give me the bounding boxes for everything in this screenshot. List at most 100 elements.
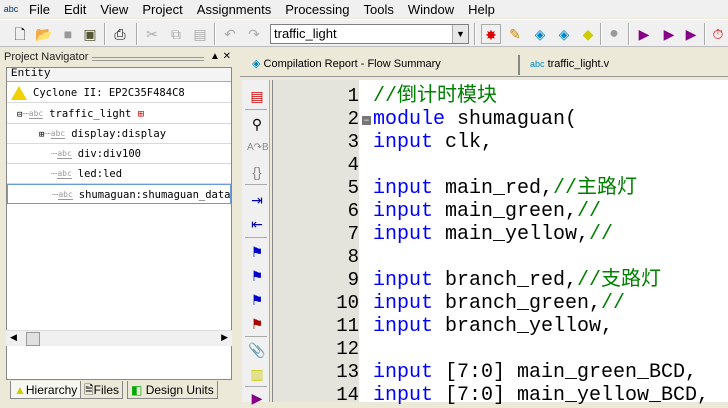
- entity-icon: abc: [28, 109, 44, 119]
- start-simulation-icon[interactable]: ▶: [634, 24, 654, 44]
- previous-bookmark-icon[interactable]: ⚑: [247, 290, 267, 310]
- code-line[interactable]: input branch_red,//支路灯: [373, 269, 661, 292]
- menu-project[interactable]: Project: [135, 2, 189, 17]
- menu-help[interactable]: Help: [461, 2, 502, 17]
- tab-label: Files: [93, 383, 119, 397]
- compile-design-icon[interactable]: ✸: [481, 24, 501, 44]
- tree-item-device[interactable]: Cyclone II: EP2C35F484C8: [7, 83, 231, 103]
- document-tabs: ◈ Compilation Report - Flow Summary abc …: [240, 49, 728, 77]
- tree-item[interactable]: ┈abc div:div100: [7, 144, 231, 164]
- tab-label: Compilation Report - Flow Summary: [263, 58, 441, 70]
- app-icon: abc: [3, 4, 19, 14]
- code-line[interactable]: input main_yellow,//: [373, 223, 613, 246]
- menu-bar: abc File Edit View Project Assignments P…: [0, 0, 728, 18]
- brace-match-icon[interactable]: {}: [247, 162, 267, 182]
- close-icon[interactable]: ▲ ✕: [210, 51, 231, 62]
- fold-collapse-icon[interactable]: −: [362, 116, 371, 125]
- tree-item[interactable]: ┈abc led:led: [7, 164, 231, 184]
- code-text: [7:0] main_green_BCD,: [433, 361, 698, 384]
- timing-analysis-icon[interactable]: ▶: [681, 24, 701, 44]
- analysis-icon[interactable]: ✎: [505, 24, 525, 44]
- line-number: 14: [336, 384, 359, 406]
- save-all-icon[interactable]: ▣: [80, 24, 100, 44]
- line-number: 7: [347, 223, 359, 245]
- design-units-icon: ◧: [131, 383, 143, 397]
- code-line[interactable]: input branch_green,//: [373, 292, 625, 315]
- increase-indent-icon[interactable]: ⇥: [247, 190, 267, 210]
- code-editor[interactable]: 1 2 3 4 5 6 7 8 9 10 11 12 13 14 − //倒计时模块 module shum…: [272, 80, 728, 407]
- code-line[interactable]: module shumaguan(: [373, 108, 577, 131]
- menu-edit[interactable]: Edit: [57, 2, 93, 17]
- open-folder-icon[interactable]: 📂: [34, 24, 54, 44]
- tab-label: Hierarchy: [25, 383, 78, 397]
- code-line[interactable]: input main_green,//: [373, 200, 601, 223]
- code-line[interactable]: //倒计时模块: [373, 85, 497, 108]
- menu-processing[interactable]: Processing: [278, 2, 356, 17]
- attach-icon[interactable]: 📎: [247, 340, 267, 360]
- entity-combo-value: traffic_light: [274, 26, 337, 41]
- code-text: branch_yellow,: [433, 315, 614, 338]
- redo-icon[interactable]: ↷: [244, 24, 264, 44]
- tree-item[interactable]: ⊟┈abc traffic_light ⊞: [7, 104, 231, 124]
- undo-icon[interactable]: ↶: [220, 24, 240, 44]
- insert-template-icon[interactable]: ▤: [247, 86, 267, 106]
- stop-icon[interactable]: ⯃: [604, 24, 624, 44]
- menu-assignments[interactable]: Assignments: [190, 2, 278, 17]
- scroll-icon[interactable]: ▥: [247, 364, 267, 384]
- tab-design-units[interactable]: ◧ Design Units: [127, 381, 218, 399]
- tree-item-label: shumaguan:shumaguan_data: [78, 189, 231, 201]
- scroll-right-icon[interactable]: ▶: [221, 332, 228, 343]
- tree-item-selected[interactable]: ┈abc shumaguan:shumaguan_data: [7, 184, 231, 204]
- tree-item[interactable]: ⊞┈abc display:display: [7, 124, 231, 144]
- menu-tools[interactable]: Tools: [357, 2, 401, 17]
- tab-traffic-light-v[interactable]: abc traffic_light.v: [530, 54, 609, 74]
- cut-icon[interactable]: ✂: [142, 24, 162, 44]
- simulation-check-icon[interactable]: ▶: [659, 24, 679, 44]
- tree-item-label: div:div100: [77, 148, 141, 160]
- keyword: input: [373, 315, 434, 338]
- tab-compilation-report[interactable]: ◈ Compilation Report - Flow Summary: [252, 54, 441, 74]
- menu-file[interactable]: File: [22, 2, 57, 17]
- next-bookmark-icon[interactable]: ⚑: [247, 266, 267, 286]
- menu-view[interactable]: View: [93, 2, 135, 17]
- new-file-icon[interactable]: 🗋: [10, 24, 30, 44]
- tab-files[interactable]: 🗎Files: [80, 381, 123, 399]
- menu-window[interactable]: Window: [401, 2, 461, 17]
- tab-hierarchy[interactable]: ▲Hierarchy: [10, 381, 82, 399]
- keyword: input: [373, 223, 434, 246]
- code-line[interactable]: input clk,: [373, 131, 493, 154]
- line-number: 2: [347, 108, 359, 130]
- fitter-icon[interactable]: ◈: [530, 24, 550, 44]
- scroll-left-icon[interactable]: ◀: [10, 332, 17, 343]
- verilog-file-icon: abc: [530, 59, 545, 69]
- code-line[interactable]: input [7:0] main_yellow_BCD,: [373, 384, 709, 407]
- tree-item-label: traffic_light: [49, 108, 132, 120]
- keyword: input: [373, 131, 434, 154]
- comment: //倒计时模块: [373, 85, 498, 108]
- entity-combo[interactable]: traffic_light ▼: [270, 24, 469, 44]
- timing-icon[interactable]: ◆: [578, 24, 598, 44]
- line-number: 6: [347, 200, 359, 222]
- decrease-indent-icon[interactable]: ⇤: [247, 214, 267, 234]
- find-replace-icon[interactable]: A↷B: [247, 138, 269, 158]
- bookmark-icon[interactable]: ⚑: [247, 242, 267, 262]
- code-line[interactable]: input [7:0] main_green_BCD,: [373, 361, 697, 384]
- comment: //: [601, 292, 626, 315]
- paste-icon[interactable]: ▤: [190, 24, 210, 44]
- clear-bookmarks-icon[interactable]: ⚑: [247, 314, 267, 334]
- column-header-entity[interactable]: Entity: [7, 68, 231, 82]
- code-line[interactable]: input main_red,//主路灯: [373, 177, 637, 200]
- copy-icon[interactable]: ⧉: [166, 24, 186, 44]
- find-icon[interactable]: ⚲: [247, 114, 267, 134]
- horizontal-scrollbar[interactable]: ◀ ▶: [6, 330, 232, 346]
- chevron-down-icon[interactable]: ▼: [452, 25, 468, 43]
- code-line[interactable]: input branch_yellow,: [373, 315, 613, 338]
- stopwatch-icon[interactable]: ⏱: [708, 24, 728, 44]
- save-icon[interactable]: ■: [58, 24, 78, 44]
- assembler-icon[interactable]: ◈: [554, 24, 574, 44]
- print-icon[interactable]: ⎙: [110, 24, 130, 44]
- code-text: [7:0] main_yellow_BCD,: [433, 384, 710, 407]
- code-text: clk,: [433, 131, 494, 154]
- document-icon[interactable]: ▶: [247, 388, 267, 408]
- scroll-thumb[interactable]: [26, 332, 40, 346]
